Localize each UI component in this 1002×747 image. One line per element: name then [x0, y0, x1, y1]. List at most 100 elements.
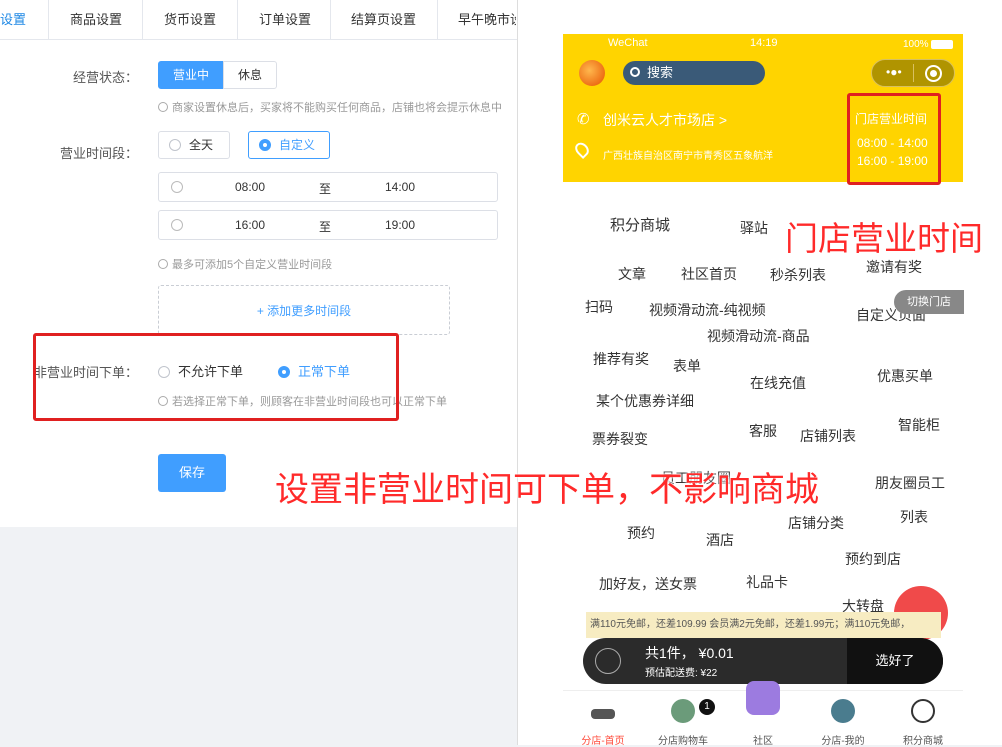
link-referral[interactable]: 推荐有奖: [593, 349, 649, 369]
link-flash-sale[interactable]: 秒杀列表: [770, 265, 826, 285]
info-icon: [158, 102, 168, 112]
battery-icon: [931, 40, 953, 49]
tab-goods-settings[interactable]: 商品设置: [70, 0, 122, 40]
link-community-home[interactable]: 社区首页: [681, 264, 737, 284]
link-smart-locker[interactable]: 智能柜: [898, 415, 940, 435]
more-icon[interactable]: •●•: [886, 65, 902, 79]
link-list[interactable]: 列表: [900, 507, 928, 527]
cart-fee: 预估配送费: ¥22: [645, 668, 718, 679]
period-custom-label: 自定义: [279, 138, 316, 152]
miniapp-capsule[interactable]: •●•: [871, 59, 955, 87]
tab-divider: [437, 0, 438, 40]
admin-panel: 经营状态： 营业中 休息 商家设置休息后，买家将不能购买任何商品，店铺也将会提示…: [0, 40, 520, 527]
link-hotel[interactable]: 酒店: [706, 530, 734, 550]
period-label: 营业时间段：: [59, 146, 138, 161]
close-miniapp-icon[interactable]: [925, 65, 942, 82]
status-label: 经营状态：: [72, 70, 138, 85]
user-icon: [831, 699, 855, 723]
time-range-1[interactable]: 08:00 至 14:00: [158, 172, 498, 202]
period-all-radio[interactable]: 全天: [158, 131, 230, 159]
basket-icon: [671, 699, 695, 723]
capsule-divider: [913, 64, 914, 82]
cart-bar[interactable]: 共1件， ¥0.01 预估配送费: ¥22 选好了: [583, 638, 943, 684]
save-button[interactable]: 保存: [158, 454, 226, 492]
range-end[interactable]: 14:00: [385, 180, 415, 194]
location-icon: [572, 139, 592, 160]
status-carrier: WeChat: [608, 37, 648, 49]
status-open-button[interactable]: 营业中: [158, 61, 224, 89]
link-customer-service[interactable]: 客服: [749, 421, 777, 441]
store-name-link[interactable]: 创米云人才市场店 >: [603, 110, 727, 130]
community-icon: [746, 681, 780, 715]
nav-home[interactable]: 分店-首页: [563, 691, 643, 747]
nav-points-mall[interactable]: 积分商城: [883, 691, 963, 747]
tab-meal-period-settings[interactable]: 早午晚市设: [458, 0, 516, 40]
store-address: 广西壮族自治区南宁市青秀区五象航洋: [603, 151, 773, 162]
link-video-feed[interactable]: 视频滑动流-纯视频: [649, 300, 766, 320]
points-mall-icon: [911, 699, 935, 723]
info-icon: [158, 259, 168, 269]
tab-currency-settings[interactable]: 货币设置: [164, 0, 216, 40]
status-rest-button[interactable]: 休息: [223, 61, 277, 89]
promo-banner: 满110元免邮，还差109.99 会员满2元免邮，还差1.99元；满110元免邮…: [586, 612, 941, 638]
bottom-nav: 分店-首页 1 分店购物车 社区 分店-我的 积分商城: [563, 681, 963, 747]
link-gift-card[interactable]: 礼品卡: [746, 572, 788, 592]
link-station[interactable]: 驿站: [740, 218, 768, 238]
link-video-goods[interactable]: 视频滑动流-商品: [707, 326, 810, 346]
home-icon: [591, 709, 615, 719]
tab-shop-settings[interactable]: 设置: [0, 0, 48, 40]
switch-store-button[interactable]: 切换门店: [894, 290, 964, 314]
link-moments-staff[interactable]: 朋友圈员工: [875, 473, 945, 493]
link-scan[interactable]: 扫码: [585, 297, 613, 317]
period-custom-radio[interactable]: 自定义: [248, 131, 330, 159]
tab-divider: [48, 0, 49, 40]
link-booking[interactable]: 预约: [627, 523, 655, 543]
link-add-friend[interactable]: 加好友，送女票: [599, 574, 697, 594]
status-hint-text: 商家设置休息后，买家将不能购买任何商品，店铺也将会提示休息中: [172, 102, 502, 114]
nav-profile[interactable]: 分店-我的: [803, 691, 883, 747]
tab-divider: [330, 0, 331, 40]
clock-icon: [171, 181, 183, 193]
store-logo: [579, 60, 605, 86]
link-discount-pay[interactable]: 优惠买单: [877, 366, 933, 386]
link-invite-reward[interactable]: 邀请有奖: [866, 257, 922, 277]
range-end[interactable]: 19:00: [385, 218, 415, 232]
search-icon: [630, 67, 640, 77]
checkout-button[interactable]: 选好了: [847, 638, 943, 684]
link-form[interactable]: 表单: [673, 356, 701, 376]
nav-community[interactable]: 社区: [723, 681, 803, 747]
radio-icon: [169, 139, 181, 151]
phone-icon[interactable]: ✆: [577, 110, 590, 128]
main-annotation: 设置非营业时间可下单，不影响商城: [275, 471, 819, 509]
link-coupon-detail[interactable]: 某个优惠券详细: [596, 391, 694, 411]
range-hint-text: 最多可添加5个自定义营业时间段: [172, 259, 333, 271]
status-battery: 100%: [903, 39, 929, 50]
cart-badge: 1: [699, 699, 715, 715]
link-store-category[interactable]: 店铺分类: [788, 513, 844, 533]
link-store-list[interactable]: 店铺列表: [800, 426, 856, 446]
search-input[interactable]: 搜索: [623, 61, 765, 85]
offhours-highlight-box: [33, 333, 399, 421]
link-recharge[interactable]: 在线充值: [750, 373, 806, 393]
status-time: 14:19: [750, 37, 778, 49]
phone-hours-annotation: 门店营业时间: [785, 220, 983, 257]
link-points-mall[interactable]: 积分商城: [610, 214, 670, 235]
cart-summary: 共1件， ¥0.01: [645, 645, 734, 661]
link-ticket-fission[interactable]: 票券裂变: [592, 429, 648, 449]
range-start[interactable]: 16:00: [235, 218, 265, 232]
nav-cart[interactable]: 1 分店购物车: [643, 691, 723, 747]
search-placeholder: 搜索: [647, 65, 674, 80]
link-article[interactable]: 文章: [618, 264, 646, 284]
range-hint: 最多可添加5个自定义营业时间段: [158, 256, 332, 272]
link-book-to-store[interactable]: 预约到店: [845, 549, 901, 569]
tab-checkout-settings[interactable]: 结算页设置: [351, 0, 416, 40]
cart-icon[interactable]: [595, 648, 621, 674]
add-time-range-button[interactable]: + 添加更多时间段: [158, 285, 450, 335]
tab-order-settings[interactable]: 订单设置: [259, 0, 311, 40]
radio-checked-icon: [259, 139, 271, 151]
clock-icon: [171, 219, 183, 231]
range-start[interactable]: 08:00: [235, 180, 265, 194]
range-separator: 至: [319, 182, 332, 196]
time-range-2[interactable]: 16:00 至 19:00: [158, 210, 498, 240]
period-all-label: 全天: [189, 138, 214, 152]
